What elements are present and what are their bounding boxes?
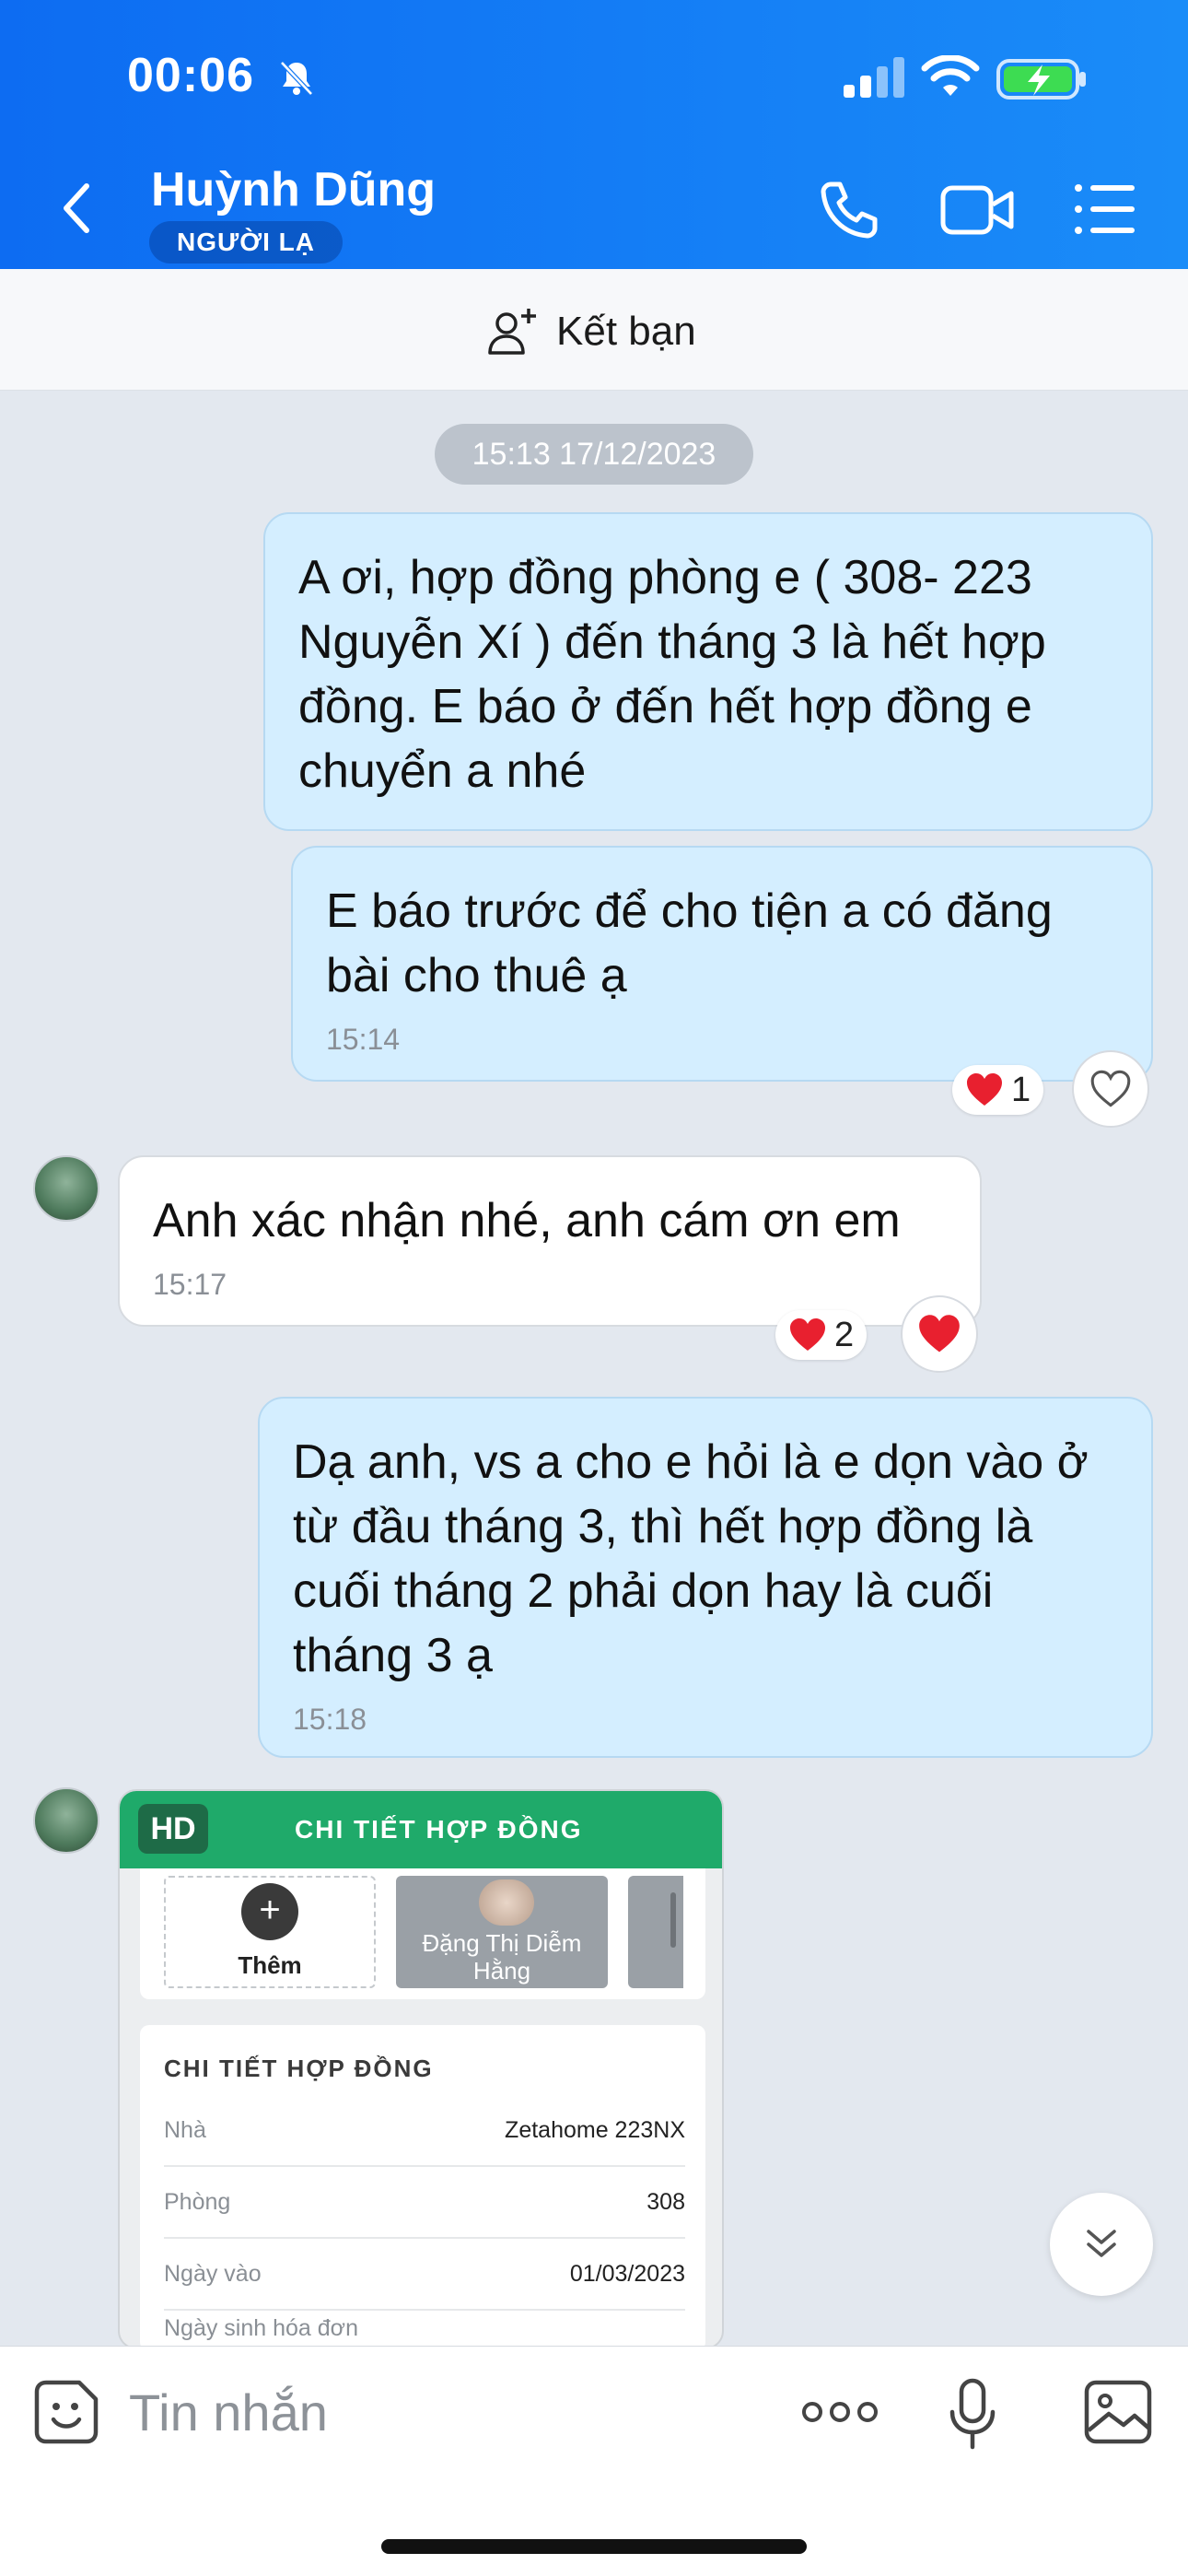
reaction-count: 2 (834, 1315, 855, 1354)
image-card-title: CHI TIẾT HỢP ĐỒNG (295, 1815, 583, 1844)
cell-signal-icon (844, 57, 904, 98)
more-dots-icon[interactable] (801, 2392, 879, 2432)
contract-row: Phòng 308 (164, 2167, 685, 2239)
bell-muted-icon (280, 61, 313, 96)
smiley-sticker-icon[interactable] (33, 2379, 99, 2445)
status-time: 00:06 (127, 49, 254, 102)
heart-icon (919, 1315, 960, 1352)
strip-scrollbar (670, 1892, 676, 1948)
scroll-to-bottom-button[interactable] (1050, 2193, 1153, 2296)
heart-icon (967, 1073, 1002, 1106)
contact-name[interactable]: Huỳnh Dũng (151, 162, 436, 217)
person-plus-icon (488, 309, 536, 355)
message-time: 15:18 (293, 1703, 367, 1736)
message-input[interactable] (129, 2375, 774, 2449)
heart-outline-icon (1090, 1070, 1131, 1107)
message-bubble-received[interactable]: Anh xác nhận nhé, anh cám ơn em 15:17 (118, 1155, 982, 1327)
add-friend-label: Kết bạn (556, 309, 696, 354)
reaction-summary[interactable]: 1 (952, 1065, 1044, 1115)
phone-icon[interactable] (818, 179, 880, 241)
image-icon[interactable] (1083, 2379, 1153, 2445)
row-key: Phòng (164, 2188, 231, 2215)
add-friend-button[interactable]: Kết bạn (486, 304, 696, 359)
row-key: Ngày vào (164, 2260, 262, 2287)
react-button[interactable] (901, 1295, 978, 1373)
row-value: 01/03/2023 (569, 2260, 685, 2287)
row-key: Nhà (164, 2116, 206, 2143)
back-chevron-icon[interactable] (55, 181, 101, 236)
hd-badge: HD (138, 1804, 208, 1854)
add-tenant-label: Thêm (238, 1951, 302, 1979)
message-bubble-sent[interactable]: Dạ anh, vs a cho e hỏi là e dọn vào ở từ… (258, 1397, 1153, 1758)
tenant-name: Đặng Thị Diễm Hằng (422, 1929, 582, 1985)
contract-row: Ngày vào 01/03/2023 (164, 2239, 685, 2311)
reaction-summary[interactable]: 2 (775, 1310, 868, 1360)
message-text: Dạ anh, vs a cho e hỏi là e dọn vào ở từ… (293, 1435, 1089, 1682)
contract-row: Ngày sinh hóa đơn (164, 2311, 685, 2348)
contract-detail-title: CHI TIẾT HỢP ĐỒNG (164, 2055, 434, 2082)
message-bubble-sent[interactable]: E báo trước để cho tiện a có đăng bài ch… (291, 846, 1153, 1082)
reaction-count: 1 (1011, 1070, 1031, 1109)
contract-row: Nhà Zetahome 223NX (164, 2095, 685, 2167)
message-text: E báo trước để cho tiện a có đăng bài ch… (326, 884, 1053, 1002)
microphone-icon[interactable] (949, 2377, 996, 2451)
video-camera-icon[interactable] (939, 181, 1015, 240)
message-time: 15:14 (326, 1023, 401, 1056)
heart-icon (790, 1318, 825, 1351)
react-button[interactable] (1072, 1050, 1149, 1128)
stranger-badge: NGƯỜI LẠ (149, 221, 343, 263)
row-value: 308 (646, 2188, 685, 2215)
row-value: Zetahome 223NX (505, 2116, 685, 2143)
double-chevron-down-icon (1087, 2230, 1116, 2257)
row-key: Ngày sinh hóa đơn (164, 2314, 358, 2341)
battery-charging-icon (996, 59, 1086, 100)
date-separator: 15:13 17/12/2023 (435, 424, 753, 485)
wifi-icon (921, 55, 980, 96)
avatar[interactable] (33, 1155, 99, 1222)
add-icon: + (241, 1883, 298, 1940)
message-text: A ơi, hợp đồng phòng e ( 308- 223 Nguyễn… (298, 551, 1046, 798)
message-text: Anh xác nhận nhé, anh cám ơn em (153, 1194, 901, 1247)
home-indicator (381, 2539, 807, 2554)
message-bubble-sent[interactable]: A ơi, hợp đồng phòng e ( 308- 223 Nguyễn… (263, 512, 1153, 831)
avatar[interactable] (33, 1787, 99, 1854)
list-menu-icon[interactable] (1072, 181, 1136, 238)
tenant-photo (479, 1879, 534, 1926)
image-message[interactable]: HD CHI TIẾT HỢP ĐỒNG + Thêm Đặng Thị Diễ… (118, 1789, 724, 2349)
message-time: 15:17 (153, 1268, 227, 1301)
chat-header: 00:06 Huỳnh Dũng NGƯỜI LẠ (0, 0, 1188, 269)
